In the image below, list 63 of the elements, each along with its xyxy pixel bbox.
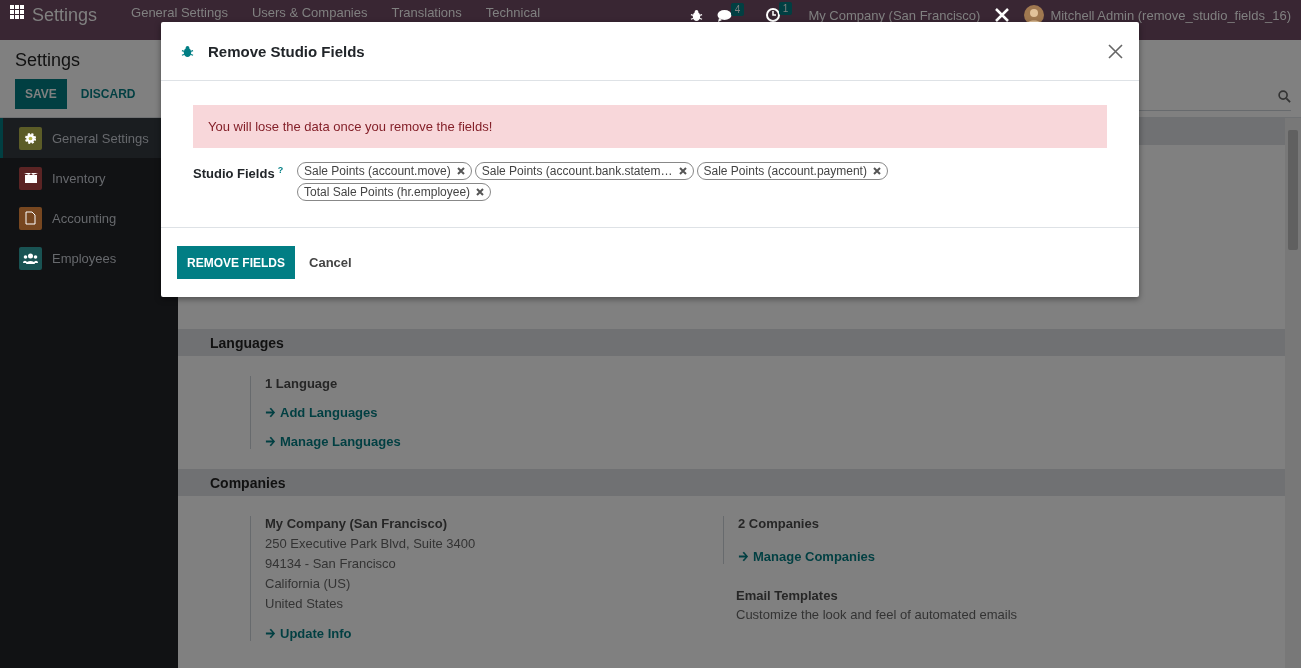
address-line: 94134 - San Francisco [265, 556, 397, 571]
address-line: United States [265, 596, 345, 611]
people-icon [23, 252, 38, 264]
discard-button[interactable]: DISCARD [70, 79, 146, 109]
arrow-right-icon [265, 436, 276, 447]
menu-item[interactable]: Users & Companies [239, 5, 380, 20]
sidebar-label: Inventory [52, 170, 106, 186]
arrow-right-icon [265, 628, 276, 639]
action-link[interactable]: Add Languages [265, 405, 401, 420]
warning-alert: You will lose the data once you remove the fields! [193, 105, 1107, 148]
setting-title: Email Templates [736, 588, 839, 603]
count-badge: 4 [730, 2, 745, 16]
action-link[interactable]: Update Info [265, 626, 723, 641]
dialog-title: Remove Studio Fields [208, 42, 365, 60]
address-line: California (US) [265, 576, 352, 591]
page-title: Settings [15, 50, 81, 71]
address-line: 250 Executive Park Blvd, Suite 3400 [265, 536, 477, 551]
close-button[interactable] [1108, 43, 1123, 59]
bug-icon[interactable] [690, 8, 704, 22]
sidebar-label: Employees [52, 250, 117, 266]
company-switcher[interactable]: My Company (San Francisco) [808, 7, 981, 23]
action-link[interactable]: Manage Languages [265, 434, 401, 449]
scrollbar[interactable] [1285, 118, 1301, 668]
remove-icon[interactable] [456, 167, 465, 175]
remove-icon[interactable] [678, 167, 687, 175]
user-name[interactable]: Mitchell Admin (remove_studio_fields_16) [1050, 7, 1291, 23]
scrollbar-thumb[interactable] [1288, 130, 1298, 250]
remove-icon[interactable] [476, 188, 485, 196]
sidebar-label: Accounting [52, 210, 117, 226]
box-icon [23, 172, 38, 184]
gear-icon [24, 131, 37, 145]
company-name: My Company (San Francisco) [265, 516, 449, 531]
arrow-right-icon [738, 551, 749, 562]
count-badge: 1 [778, 2, 793, 15]
sidebar-item[interactable]: Accounting [0, 198, 178, 238]
tools-icon[interactable] [994, 7, 1011, 23]
companies-count: 2 Companies [738, 516, 820, 531]
arrow-right-icon [265, 407, 276, 418]
avatar[interactable] [1024, 5, 1045, 25]
section-header: Languages [178, 329, 1285, 356]
setting-description: Customize the look and feel of automated emails [736, 607, 1018, 622]
sidebar-item[interactable]: Inventory [0, 158, 178, 198]
menu-item[interactable]: General Settings [119, 5, 240, 20]
language-count: 1 Language [265, 376, 339, 391]
close-icon [1108, 43, 1123, 59]
cancel-button[interactable]: Cancel [299, 246, 362, 279]
invoice-icon [25, 211, 36, 225]
menu-item[interactable]: Technical [473, 5, 553, 20]
clock-icon[interactable] [766, 8, 781, 22]
remove-fields-button[interactable]: REMOVE FIELDS [177, 246, 295, 279]
sidebar-label: General Settings [52, 130, 149, 146]
tags-field[interactable]: Sale Points (account.move) Sale Points (account.bank.statem… Sale Points (account.payment) Total Sale Points (hr.employee) [297, 162, 937, 201]
sidebar-item[interactable]: Employees [0, 238, 178, 278]
apps-menu-icon[interactable] [10, 5, 24, 19]
action-link[interactable]: Manage Companies [738, 549, 1018, 564]
search-icon[interactable] [1278, 89, 1291, 103]
section-header: Companies [178, 469, 1285, 496]
remove-icon[interactable] [872, 167, 881, 175]
menu-item[interactable]: Translations [379, 5, 474, 20]
app-name[interactable]: Settings [32, 5, 98, 26]
save-button[interactable]: SAVE [15, 79, 67, 109]
field-label: Studio Fields $^{?}$ [193, 164, 285, 182]
chat-icon[interactable] [717, 8, 733, 22]
